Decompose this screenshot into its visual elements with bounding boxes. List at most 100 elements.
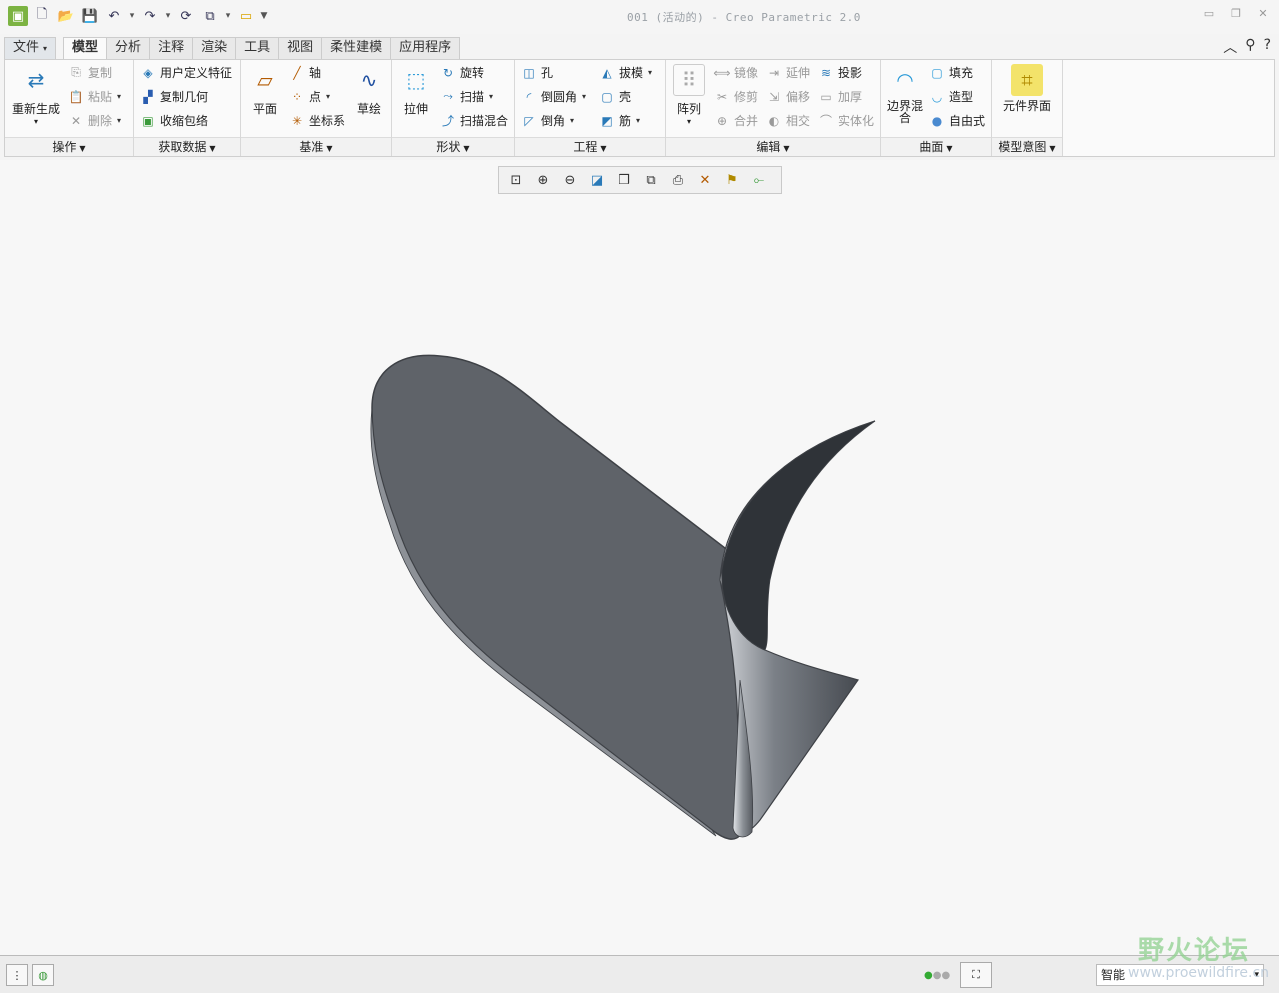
tab-file[interactable]: 文件 ▾ <box>4 37 57 59</box>
graphics-area[interactable] <box>0 160 1279 955</box>
repaint-icon[interactable]: ◪ <box>585 169 609 191</box>
udf-button[interactable]: ◈ 用户定义特征 <box>140 64 232 81</box>
regenerate-small-icon[interactable]: ⟳ <box>176 6 196 26</box>
point-button[interactable]: ⁘ 点 ▾ <box>289 88 330 105</box>
delete-dropdown-icon[interactable]: ▾ <box>117 116 121 125</box>
app-icon[interactable]: ▣ <box>8 6 28 26</box>
tab-model[interactable]: 模型 <box>63 37 108 60</box>
chamfer-button[interactable]: ◸ 倒角 ▾ <box>521 112 574 129</box>
spin-center-icon[interactable]: ⟜ <box>747 169 771 191</box>
customize-toolbar-icon[interactable]: ▼ <box>260 11 268 21</box>
shrinkwrap-button[interactable]: ▣ 收缩包络 <box>140 112 208 129</box>
zoom-out-icon[interactable]: ⊖ <box>558 169 582 191</box>
zoom-in-icon[interactable]: ⊕ <box>531 169 555 191</box>
tab-flexible-modeling[interactable]: 柔性建模 <box>321 37 392 59</box>
tab-analysis[interactable]: 分析 <box>106 37 151 59</box>
project-button[interactable]: ≋ 投影 <box>818 64 862 81</box>
model-viewport[interactable] <box>0 160 1279 955</box>
view-manager-icon[interactable]: ⎙ <box>666 169 690 191</box>
group-label-get-data[interactable]: 获取数据 ▼ <box>134 137 240 156</box>
regenerate-dropdown-icon[interactable]: ▾ <box>9 117 63 126</box>
boundary-blend-button[interactable]: ◠ 边界混合 <box>885 64 925 124</box>
freestyle-button[interactable]: ● 自由式 <box>929 112 985 129</box>
maximize-icon[interactable]: ❐ <box>1225 7 1247 20</box>
annotation-display-icon[interactable]: ⚑ <box>720 169 744 191</box>
tab-applications[interactable]: 应用程序 <box>390 37 461 59</box>
axis-icon: ╱ <box>293 65 301 80</box>
sweep-button[interactable]: ⤳ 扫描 ▾ <box>440 88 493 105</box>
paste-dropdown-icon[interactable]: ▾ <box>117 92 121 101</box>
style-button[interactable]: ◡ 造型 <box>929 88 973 105</box>
saved-views-icon[interactable]: ⧉ <box>639 169 663 191</box>
copy-geometry-button[interactable]: ▞ 复制几何 <box>140 88 208 105</box>
intersect-button[interactable]: ◐ 相交 <box>766 112 810 129</box>
datum-display-icon[interactable]: ✕ <box>693 169 717 191</box>
extend-button[interactable]: ⇥ 延伸 <box>766 64 810 81</box>
group-label-datum[interactable]: 基准 ▼ <box>241 137 391 156</box>
delete-button[interactable]: ✕ 删除 ▾ <box>68 112 121 129</box>
group-label-engineering[interactable]: 工程 ▼ <box>515 137 665 156</box>
new-file-icon[interactable]: 🗋 <box>32 6 52 26</box>
axis-button[interactable]: ╱ 轴 <box>289 64 321 81</box>
refit-icon[interactable]: ⊡ <box>504 169 528 191</box>
regenerate-button[interactable]: ⇄ 重新生成 ▾ <box>9 64 63 126</box>
fill-button[interactable]: ▢ 填充 <box>929 64 973 81</box>
tab-tools[interactable]: 工具 <box>235 37 280 59</box>
swept-blend-button[interactable]: ⤴ 扫描混合 <box>440 112 508 129</box>
browser-toggle-icon[interactable]: ◍ <box>32 964 54 986</box>
display-style-icon[interactable]: ❒ <box>612 169 636 191</box>
draft-dropdown-icon[interactable]: ▾ <box>648 68 652 77</box>
collapse-ribbon-icon[interactable]: ︿ <box>1223 37 1237 57</box>
find-icon[interactable]: ⛶ <box>960 962 992 988</box>
sketch-button[interactable]: ∿ 草绘 <box>349 64 389 117</box>
offset-button[interactable]: ⇲ 偏移 <box>766 88 810 105</box>
chamfer-dropdown-icon[interactable]: ▾ <box>570 116 574 125</box>
merge-button[interactable]: ⊕ 合并 <box>714 112 758 129</box>
csys-button[interactable]: ✳ 坐标系 <box>289 112 345 129</box>
model-tree-toggle-icon[interactable]: ⋮ <box>6 964 28 986</box>
redo-icon[interactable]: ↷ <box>140 6 160 26</box>
sweep-dropdown-icon[interactable]: ▾ <box>489 92 493 101</box>
round-button[interactable]: ◜ 倒圆角 ▾ <box>521 88 586 105</box>
open-file-icon[interactable]: 📂 <box>56 6 76 26</box>
component-interface-button[interactable]: ⌗ 元件界面 <box>1002 64 1052 112</box>
draft-button[interactable]: ◭ 拔模 ▾ <box>599 64 652 81</box>
undo-dropdown-icon[interactable]: ▾ <box>128 11 136 21</box>
redo-dropdown-icon[interactable]: ▾ <box>164 11 172 21</box>
tab-annotate[interactable]: 注释 <box>149 37 194 59</box>
group-label-surfaces[interactable]: 曲面 ▼ <box>881 137 991 156</box>
tab-view[interactable]: 视图 <box>278 37 323 59</box>
rib-button[interactable]: ◩ 筋 ▾ <box>599 112 640 129</box>
trim-button[interactable]: ✂ 修剪 <box>714 88 758 105</box>
pattern-dropdown-icon[interactable]: ▾ <box>670 117 708 126</box>
shell-button[interactable]: ▢ 壳 <box>599 88 631 105</box>
undo-icon[interactable]: ↶ <box>104 6 124 26</box>
close-icon[interactable]: ✕ <box>1252 7 1274 20</box>
point-dropdown-icon[interactable]: ▾ <box>326 92 330 101</box>
tab-render[interactable]: 渲染 <box>192 37 237 59</box>
group-label-shapes[interactable]: 形状 ▼ <box>392 137 514 156</box>
group-label-editing[interactable]: 编辑 ▼ <box>666 137 880 156</box>
project-icon: ≋ <box>820 65 832 80</box>
copy-button[interactable]: ⎘ 复制 <box>68 64 112 81</box>
solidify-button[interactable]: ⌒ 实体化 <box>818 112 874 129</box>
search-icon[interactable]: ⚲ <box>1245 37 1255 57</box>
mirror-button[interactable]: ⟺ 镜像 <box>713 64 758 81</box>
minimize-icon[interactable]: ▭ <box>1198 7 1220 20</box>
group-label-model-intent[interactable]: 模型意图 ▼ <box>992 137 1062 156</box>
rib-dropdown-icon[interactable]: ▾ <box>636 116 640 125</box>
save-icon[interactable]: 💾 <box>80 6 100 26</box>
close-window-icon[interactable]: ▭ <box>236 6 256 26</box>
pattern-button[interactable]: ⠿ 阵列 ▾ <box>670 64 708 126</box>
revolve-button[interactable]: ↻ 旋转 <box>440 64 484 81</box>
plane-button[interactable]: ▱ 平面 <box>245 64 285 117</box>
round-dropdown-icon[interactable]: ▾ <box>582 92 586 101</box>
group-label-operations[interactable]: 操作 ▼ <box>5 137 133 156</box>
paste-button[interactable]: 📋 粘贴 ▾ <box>68 88 122 105</box>
thicken-button[interactable]: ▭ 加厚 <box>818 88 862 105</box>
windows-dropdown-icon[interactable]: ▾ <box>224 11 232 21</box>
windows-icon[interactable]: ⧉ <box>200 6 220 26</box>
hole-button[interactable]: ◫ 孔 <box>521 64 553 81</box>
extrude-button[interactable]: ⬚ 拉伸 <box>396 64 436 117</box>
help-icon[interactable]: ? <box>1264 37 1271 57</box>
